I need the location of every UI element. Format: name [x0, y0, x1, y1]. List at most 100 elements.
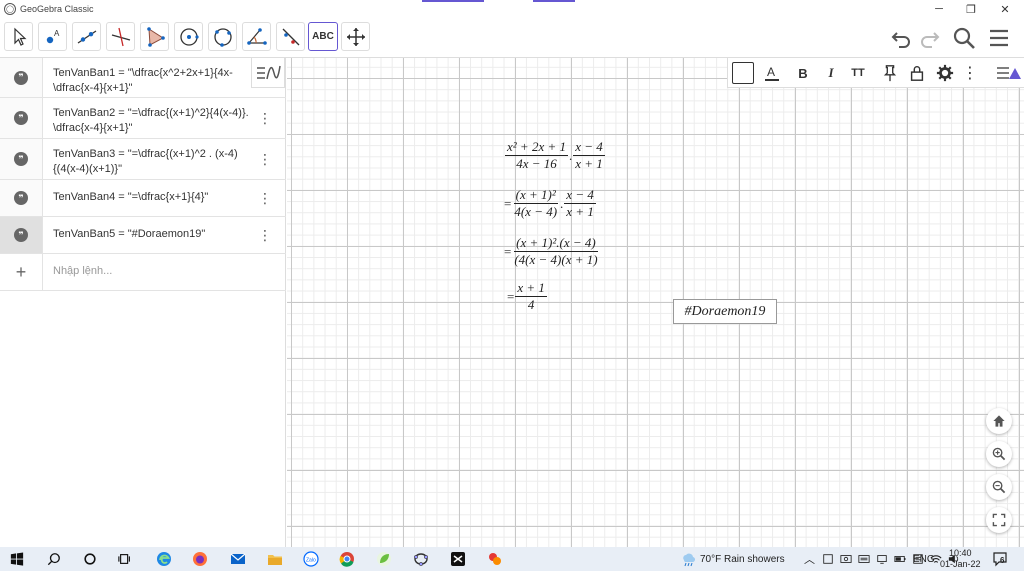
- keyboard-icon[interactable]: [858, 553, 870, 565]
- edge-icon: [157, 552, 171, 566]
- perpendicular-tool[interactable]: [106, 22, 135, 51]
- search-icon: [953, 27, 975, 49]
- folder-icon: [268, 555, 282, 565]
- line-icon: [77, 29, 96, 44]
- zalo-app[interactable]: Zalo: [300, 549, 322, 569]
- point-tool[interactable]: A: [38, 22, 67, 51]
- firefox-app[interactable]: [189, 549, 211, 569]
- file-explorer-app[interactable]: [264, 549, 286, 569]
- circle-three-points-tool[interactable]: [208, 22, 237, 51]
- more-vert-icon[interactable]: ⋮: [258, 111, 272, 125]
- line-tool[interactable]: [72, 22, 101, 51]
- math-text-2[interactable]: = (x + 1)² 4(x − 4) . x − 4x + 1: [504, 187, 597, 220]
- algebra-line: TenVanBan4 = "=\dfrac{x+1}{4}": [53, 191, 209, 203]
- fullscreen-button[interactable]: [986, 507, 1012, 533]
- math-text-1[interactable]: x² + 2x + 1 4x − 16 . x − 4x + 1: [504, 139, 606, 172]
- undo-button[interactable]: [888, 26, 914, 50]
- algebra-text: TenVanBan2 = "=\dfrac{(x+1)^2}{4(x-4)}. \…: [43, 98, 286, 138]
- text-tool[interactable]: ABC: [308, 22, 338, 51]
- battery-icon[interactable]: [894, 553, 906, 565]
- numerator: x − 4: [573, 139, 605, 156]
- edge-app[interactable]: [153, 549, 175, 569]
- more-options-icon[interactable]: ⋮: [962, 62, 978, 84]
- quote-icon: ❞: [14, 152, 28, 166]
- close-button[interactable]: ✕: [988, 0, 1022, 18]
- algebra-row[interactable]: ❞ TenVanBan5 = "#Doraemon19" ⋮: [0, 217, 286, 254]
- notification-button[interactable]: 6: [992, 547, 1008, 571]
- pin-button[interactable]: [878, 62, 902, 84]
- bold-button[interactable]: B: [792, 62, 814, 84]
- windows-taskbar: Zalo 70°F Rain showers ︿ ENG 10:40 01-Ja…: [0, 547, 1024, 571]
- fraction: x − 4x + 1: [564, 187, 596, 220]
- capcut-icon: [451, 552, 465, 566]
- visibility-toggle[interactable]: ❞: [0, 217, 43, 253]
- reflect-tool[interactable]: [276, 22, 305, 51]
- geogebra-app[interactable]: [410, 549, 432, 569]
- chrome-app[interactable]: [336, 549, 358, 569]
- fraction: (x + 1)².(x − 4) (4(x − 4)(x + 1): [512, 235, 599, 268]
- camera-icon[interactable]: [840, 553, 852, 565]
- algebra-line: {(4(x-4)(x+1)}": [53, 163, 123, 175]
- lock-button[interactable]: [905, 62, 929, 84]
- math-text-4[interactable]: = x + 14: [507, 280, 548, 313]
- visibility-toggle[interactable]: ❞: [0, 58, 43, 97]
- move-view-tool[interactable]: [341, 22, 370, 51]
- zoom-in-button[interactable]: [986, 441, 1012, 467]
- text-size-button[interactable]: TT: [846, 62, 870, 84]
- algebra-text: TenVanBan4 = "=\dfrac{x+1}{4}": [43, 180, 286, 216]
- clock[interactable]: 10:40 01-Jan-22: [940, 547, 981, 571]
- italic-button[interactable]: I: [820, 62, 842, 84]
- more-vert-icon[interactable]: ⋮: [258, 191, 272, 205]
- more-vert-icon[interactable]: ⋮: [258, 152, 272, 166]
- background-color-button[interactable]: [732, 62, 754, 84]
- polygon-tool[interactable]: [140, 22, 169, 51]
- search-taskbar-button[interactable]: [43, 549, 65, 569]
- capcut-app[interactable]: [447, 549, 469, 569]
- algebra-row[interactable]: ❞ TenVanBan2 = "=\dfrac{(x+1)^2}{4(x-4)}…: [0, 98, 286, 139]
- perpendicular-icon: [111, 27, 130, 46]
- algebra-text: TenVanBan3 = "=\dfrac{(x+1)^2 . (x-4) {(4…: [43, 139, 286, 179]
- visibility-toggle[interactable]: ❞: [0, 180, 43, 216]
- paint-app-icon: [489, 553, 501, 565]
- app-green[interactable]: [373, 549, 395, 569]
- move-tool[interactable]: [4, 22, 33, 51]
- show-hidden-icons-icon[interactable]: ︿: [804, 547, 815, 571]
- minimize-button[interactable]: ─: [922, 0, 956, 18]
- weather-widget[interactable]: 70°F Rain showers: [680, 547, 785, 571]
- add-item-button[interactable]: +: [0, 254, 43, 290]
- cortana-button[interactable]: [79, 549, 101, 569]
- algebra-row[interactable]: ❞ TenVanBan3 = "=\dfrac{(x+1)^2 . (x-4) {…: [0, 139, 286, 180]
- graphics-view[interactable]: [287, 58, 1024, 547]
- doraemon-text-box[interactable]: #Doraemon19: [673, 299, 777, 324]
- security-icon[interactable]: [822, 553, 834, 565]
- home-button[interactable]: [986, 408, 1012, 434]
- graphics-style-toggle[interactable]: [994, 62, 1022, 84]
- app-red[interactable]: [484, 549, 506, 569]
- redo-button[interactable]: [917, 26, 943, 50]
- language-indicator[interactable]: ENG: [913, 547, 935, 571]
- algebra-row[interactable]: ❞ TenVanBan4 = "=\dfrac{x+1}{4}" ⋮: [0, 180, 286, 217]
- visibility-toggle[interactable]: ❞: [0, 139, 43, 179]
- circle-center-tool[interactable]: [174, 22, 203, 51]
- network-icon[interactable]: [876, 553, 888, 565]
- mail-app[interactable]: [227, 549, 249, 569]
- algebra-row[interactable]: ❞ TenVanBan1 = "\dfrac{x^2+2x+1}{4x- \dfr…: [0, 58, 286, 98]
- dot-operator: .: [568, 147, 573, 163]
- visibility-toggle[interactable]: ❞: [0, 98, 43, 138]
- circle-center-icon: [179, 27, 199, 46]
- command-input[interactable]: Nhập lệnh...: [43, 254, 286, 290]
- restore-button[interactable]: ❐: [954, 0, 988, 18]
- algebra-style-button[interactable]: [251, 58, 285, 88]
- math-text-3[interactable]: = (x + 1)².(x − 4) (4(x − 4)(x + 1): [504, 235, 601, 268]
- algebra-view: ❞ TenVanBan1 = "\dfrac{x^2+2x+1}{4x- \dfr…: [0, 58, 286, 547]
- task-view-button[interactable]: [114, 549, 136, 569]
- zoom-out-button[interactable]: [986, 474, 1012, 500]
- text-color-button[interactable]: A: [760, 62, 784, 84]
- angle-tool[interactable]: [242, 22, 271, 51]
- search-button[interactable]: [951, 26, 977, 50]
- more-vert-icon[interactable]: ⋮: [258, 228, 272, 242]
- main-menu-button[interactable]: [986, 26, 1012, 50]
- input-bar[interactable]: + Nhập lệnh...: [0, 254, 286, 291]
- start-button[interactable]: [6, 549, 28, 569]
- settings-button[interactable]: [933, 62, 957, 84]
